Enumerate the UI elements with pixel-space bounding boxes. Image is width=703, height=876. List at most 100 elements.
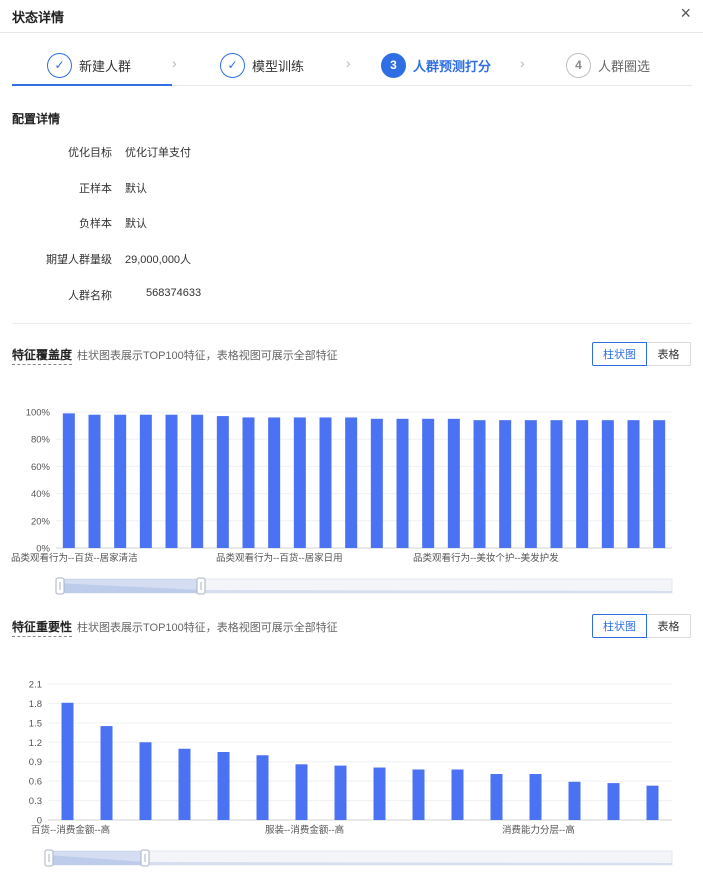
chevron-right-icon: › [346, 55, 351, 71]
bar[interactable] [653, 420, 666, 548]
bar[interactable] [529, 774, 542, 820]
bar[interactable] [242, 417, 255, 548]
y-tick-label: 20% [31, 516, 51, 527]
config-value: 默认 [125, 183, 147, 195]
x-tick-label: 消费能力分层--高 [502, 824, 575, 836]
y-tick-label: 0.3 [29, 796, 42, 807]
step-3[interactable]: 3 人群预测打分 [381, 50, 491, 80]
config-row: 人群名称 568374633 [0, 287, 400, 302]
config-row: 优化目标 优化订单支付 [0, 144, 400, 159]
bar[interactable] [345, 417, 358, 548]
bar[interactable] [373, 767, 386, 820]
bar[interactable] [576, 420, 589, 548]
y-tick-label: 100% [26, 408, 51, 419]
bar[interactable] [473, 420, 486, 548]
importance-view-toggle: 柱状图 表格 [592, 614, 691, 638]
step-1[interactable]: ✓ 新建人群 [47, 50, 131, 80]
bar[interactable] [191, 414, 204, 548]
step-3-label: 人群预测打分 [413, 58, 492, 74]
bar[interactable] [447, 418, 460, 548]
config-key: 优化目标 [68, 147, 112, 159]
zoom-slider-window[interactable] [49, 851, 145, 865]
y-tick-label: 2.1 [29, 680, 42, 691]
step-number: 4 [566, 52, 591, 78]
y-tick-label: 1.8 [29, 699, 42, 710]
bar[interactable] [499, 420, 512, 548]
table-view-button[interactable]: 表格 [647, 614, 691, 638]
bar[interactable] [100, 726, 113, 820]
config-row: 负样本 默认 [0, 215, 400, 230]
x-tick-label: 品类观看行为--百货--居家日用 [216, 552, 343, 564]
config-key: 人群名称 [68, 290, 112, 302]
config-section-title: 配置详情 [12, 112, 61, 126]
config-key: 负样本 [79, 218, 112, 230]
close-icon[interactable]: × [680, 4, 691, 22]
steps-underline [12, 84, 172, 86]
bar[interactable] [601, 420, 614, 548]
bar-view-button[interactable]: 柱状图 [592, 614, 647, 638]
bar[interactable] [216, 416, 229, 548]
bar[interactable] [61, 702, 74, 820]
bar[interactable] [256, 755, 269, 820]
bar[interactable] [319, 417, 332, 548]
importance-desc: 柱状图表展示TOP100特征，表格视图可展示全部特征 [77, 622, 338, 634]
step-number: 3 [381, 52, 406, 78]
y-tick-label: 1.5 [29, 718, 42, 729]
step-2[interactable]: ✓ 模型训练 [220, 50, 304, 80]
y-tick-label: 80% [31, 435, 51, 446]
bar[interactable] [412, 769, 425, 820]
step-4-label: 人群圈选 [598, 58, 651, 74]
config-row: 期望人群量级 29,000,000人 [0, 251, 400, 266]
bar[interactable] [165, 414, 178, 548]
bar[interactable] [178, 748, 191, 820]
coverage-view-toggle: 柱状图 表格 [592, 342, 691, 366]
bar[interactable] [550, 420, 563, 548]
bar[interactable] [334, 765, 347, 820]
config-key: 期望人群量级 [46, 254, 112, 266]
importance-title: 特征重要性 [12, 618, 73, 637]
y-tick-label: 0.9 [29, 757, 42, 768]
check-icon: ✓ [47, 52, 72, 78]
config-row: 正样本 默认 [0, 180, 400, 195]
bar[interactable] [627, 420, 640, 548]
bar[interactable] [293, 417, 306, 548]
step-progress: ✓ 新建人群 › ✓ 模型训练 › 3 人群预测打分 › 4 人群圈选 [0, 33, 703, 89]
bar[interactable] [114, 414, 127, 548]
y-tick-label: 40% [31, 489, 51, 500]
importance-bar-chart: 00.30.60.91.21.51.82.1百货--消费金额--高 服装--消费金… [29, 680, 673, 867]
bar[interactable] [568, 781, 581, 820]
bar[interactable] [295, 764, 308, 820]
bar[interactable] [217, 752, 230, 820]
dialog-header: 状态详情 × [0, 0, 703, 33]
bar[interactable] [646, 785, 659, 820]
bar-view-button[interactable]: 柱状图 [592, 342, 647, 366]
chevron-right-icon: › [172, 55, 177, 71]
bar[interactable] [422, 418, 435, 548]
config-value: 29,000,000人 [125, 254, 192, 266]
bar[interactable] [490, 774, 503, 820]
config-key: 正样本 [79, 183, 112, 195]
bar[interactable] [62, 413, 75, 548]
bar[interactable] [88, 414, 101, 548]
bar[interactable] [607, 783, 620, 820]
step-2-label: 模型训练 [252, 58, 305, 74]
bar[interactable] [139, 414, 152, 548]
section-divider [12, 323, 692, 324]
step-1-label: 新建人群 [79, 58, 132, 74]
bar[interactable] [268, 417, 281, 548]
y-tick-label: 60% [31, 462, 51, 473]
step-4[interactable]: 4 人群圈选 [566, 50, 650, 80]
table-view-button[interactable]: 表格 [647, 342, 691, 366]
coverage-desc: 柱状图表展示TOP100特征，表格视图可展示全部特征 [77, 350, 338, 362]
bar[interactable] [451, 769, 464, 820]
zoom-slider-window[interactable] [60, 579, 201, 593]
bar[interactable] [396, 418, 409, 548]
bar[interactable] [524, 420, 537, 548]
x-tick-label: 品类观看行为--百货--居家清洁 [11, 552, 138, 564]
chevron-right-icon: › [520, 55, 525, 71]
y-tick-label: 0.6 [29, 777, 42, 788]
config-value: 默认 [125, 218, 147, 230]
x-tick-label: 百货--消费金额--高 [31, 824, 110, 836]
bar[interactable] [139, 742, 152, 820]
bar[interactable] [370, 418, 383, 548]
